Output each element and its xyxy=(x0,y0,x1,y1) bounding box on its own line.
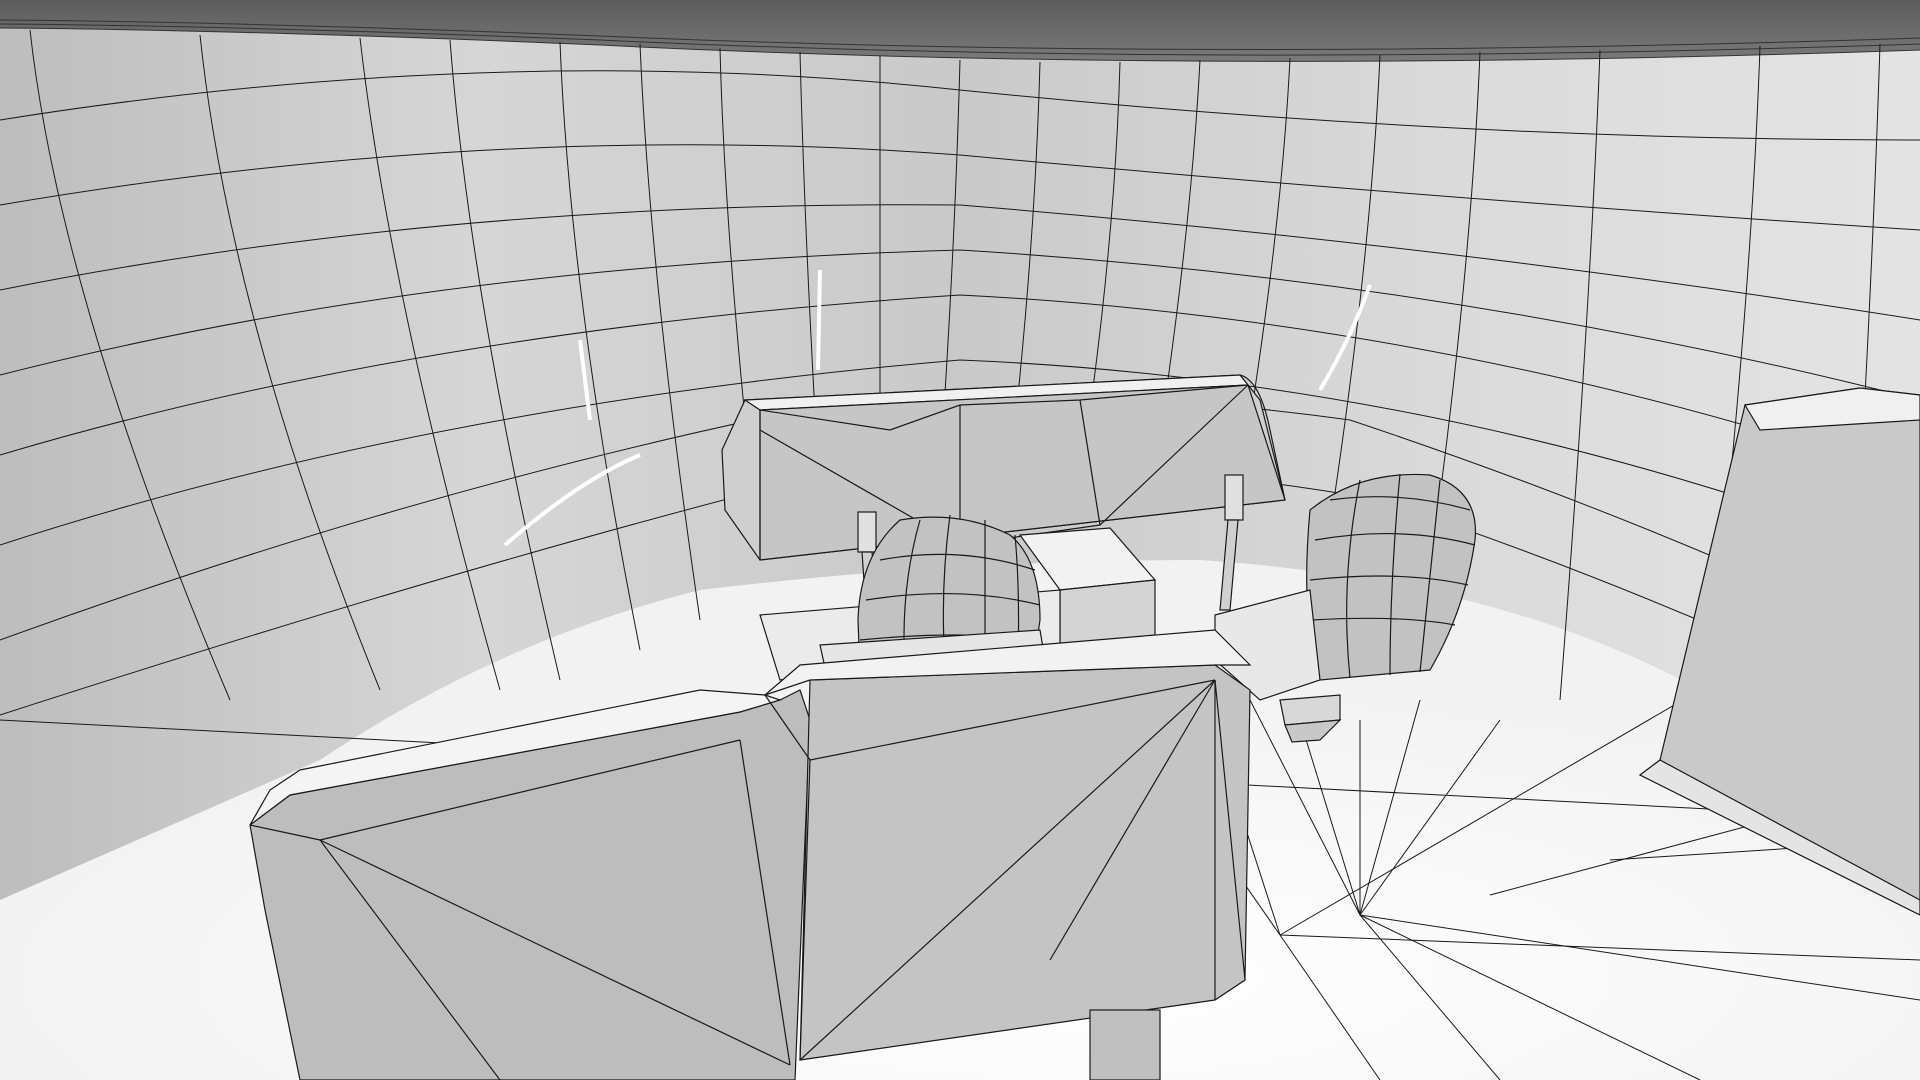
3d-viewport[interactable] xyxy=(0,0,1920,1080)
cockpit-wireframe-render xyxy=(0,0,1920,1080)
